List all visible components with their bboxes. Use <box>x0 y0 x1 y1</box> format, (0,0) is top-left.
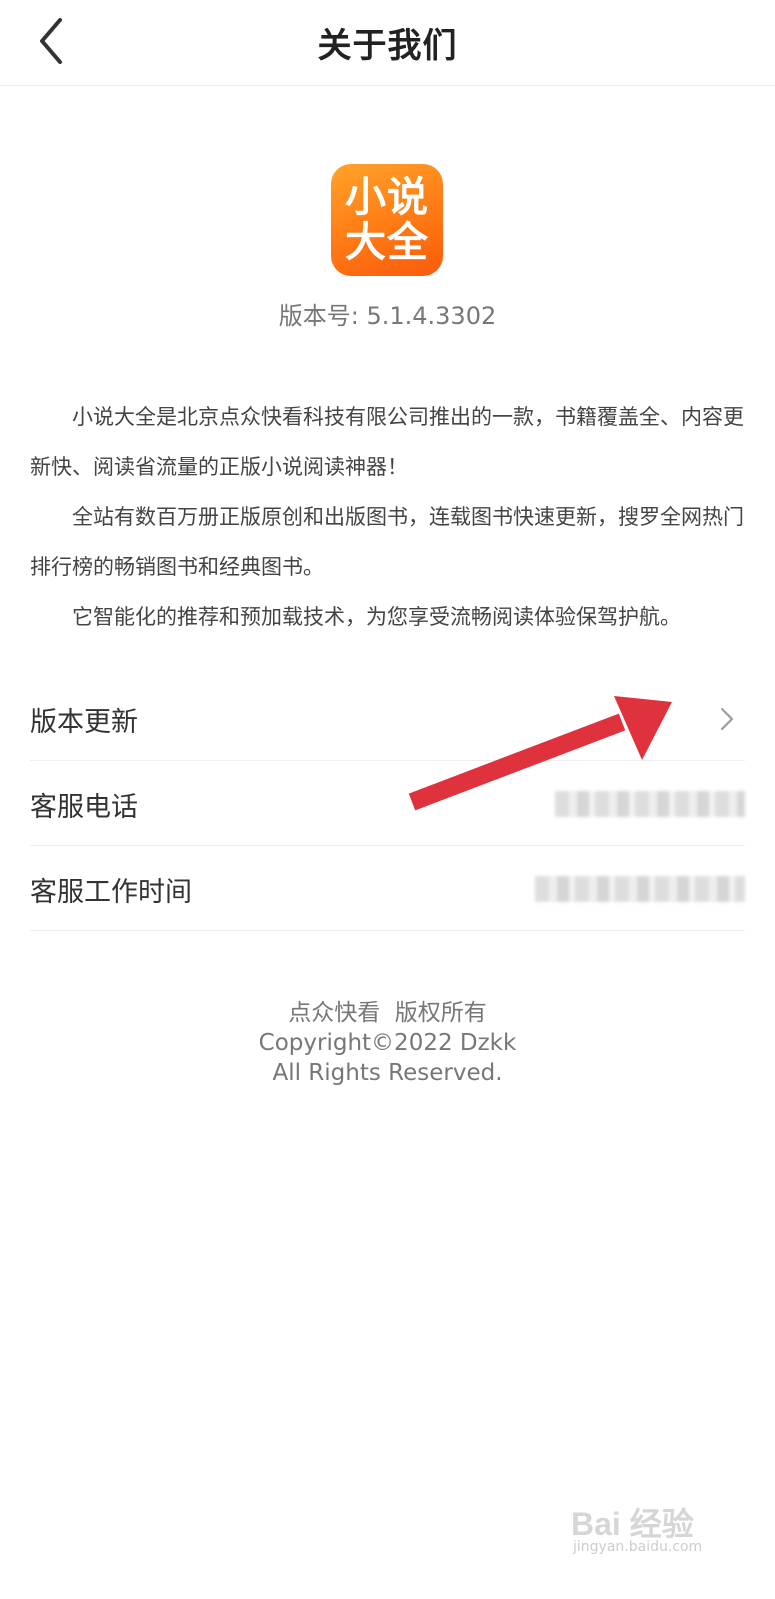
row-label: 客服电话 <box>30 792 138 823</box>
page-title: 关于我们 <box>317 26 458 66</box>
description-paragraph: 全站有数百万册正版原创和出版图书，连载图书快速更新，搜罗全网热门排行榜的畅销图书… <box>30 505 744 579</box>
baidu-jingyan-watermark: Bai 经验 jingyan.baidu.com <box>571 1495 731 1565</box>
copyright-line: All Rights Reserved. <box>272 1060 503 1086</box>
version-number: 版本号: 5.1.4.3302 <box>278 302 497 330</box>
app-description: 小说大全是北京点众快看科技有限公司推出的一款，书籍覆盖全、内容更新快、阅读省流量… <box>30 392 745 642</box>
watermark-url: jingyan.baidu.com <box>573 1539 703 1555</box>
copyright-footer: 点众快看 版权所有 Copyright©2022 Dzkk All Rights… <box>0 998 775 1088</box>
copyright-line: Copyright©2022 Dzkk <box>258 1030 517 1056</box>
app-logo: 小说 大全 <box>331 164 443 276</box>
row-label: 客服工作时间 <box>30 877 192 908</box>
redacted-hours-value <box>535 876 745 902</box>
version-update-row[interactable]: 版本更新 <box>30 676 745 761</box>
copyright-line: 点众快看 版权所有 <box>288 1000 487 1026</box>
redacted-phone-value <box>555 791 745 817</box>
customer-service-hours-row: 客服工作时间 <box>30 846 745 931</box>
settings-list: 版本更新 客服电话 客服工作时间 <box>30 676 745 931</box>
logo-text-top: 小说 <box>345 173 429 221</box>
app-header: 关于我们 <box>0 0 775 86</box>
logo-text-bottom: 大全 <box>345 218 429 266</box>
chevron-right-icon <box>721 708 733 730</box>
description-paragraph: 小说大全是北京点众快看科技有限公司推出的一款，书籍覆盖全、内容更新快、阅读省流量… <box>30 405 744 479</box>
description-paragraph: 它智能化的推荐和预加载技术，为您享受流畅阅读体验保驾护航。 <box>72 605 681 629</box>
row-label: 版本更新 <box>30 707 138 738</box>
customer-service-phone-row[interactable]: 客服电话 <box>30 761 745 846</box>
